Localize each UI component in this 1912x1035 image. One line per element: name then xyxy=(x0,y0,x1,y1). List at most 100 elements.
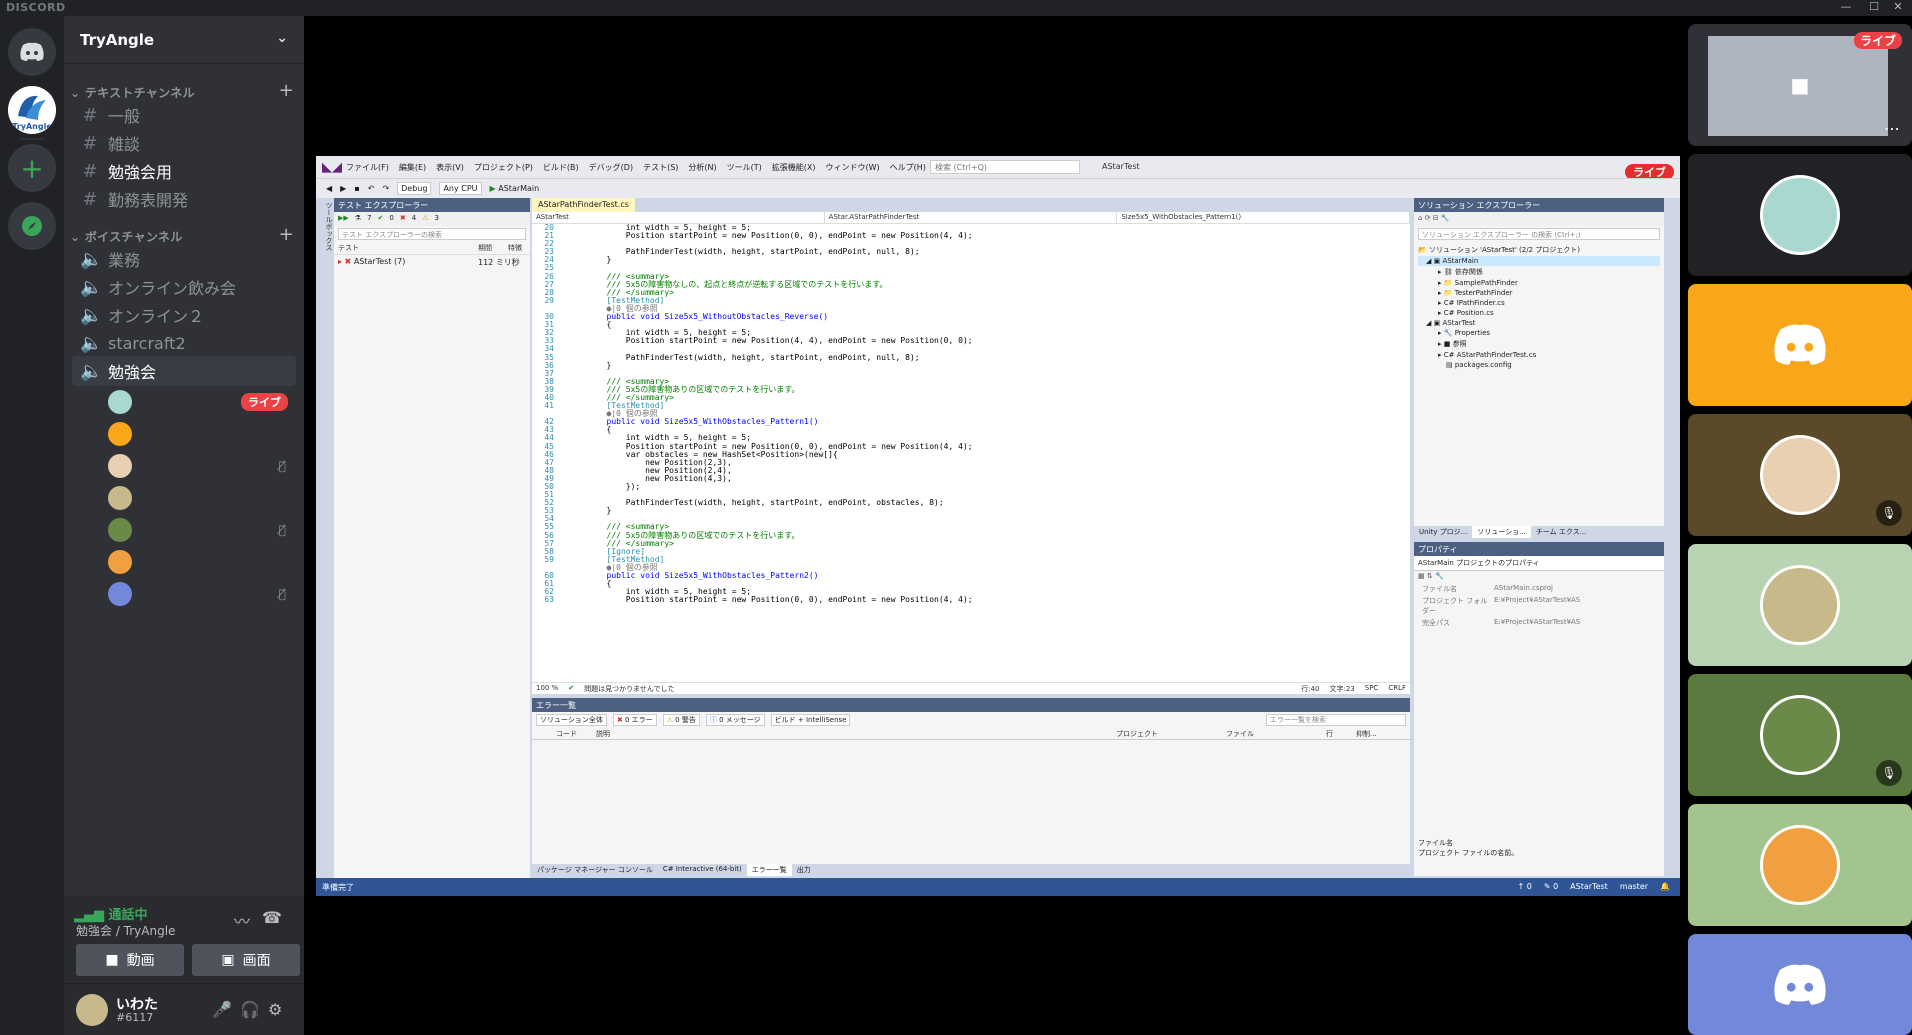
category-voice[interactable]: ⌄ ボイスチャンネル + xyxy=(70,224,298,245)
voice-channel-2[interactable]: 🔈 オンライン２ xyxy=(72,300,296,330)
screen-share-button[interactable]: ▣ 画面 xyxy=(192,944,300,976)
code-editor[interactable]: AStarPathFinderTest.cs AStarTest AStar.A… xyxy=(532,198,1410,694)
voice-member[interactable]: 🎙̸ xyxy=(108,580,296,608)
code-line[interactable]: 35 PathFinderTest(width, height, startPo… xyxy=(532,353,1410,362)
tree-item-project[interactable]: ◢ ▣ AStarMain xyxy=(1418,256,1660,266)
notification-strip[interactable] xyxy=(1666,198,1680,878)
microphone-icon[interactable]: 🎤 xyxy=(212,1000,232,1019)
code-line[interactable]: 24 } xyxy=(532,256,1410,264)
menu-view[interactable]: 表示(V) xyxy=(436,162,464,173)
code-line[interactable]: 23 PathFinderTest(width, height, startPo… xyxy=(532,248,1410,256)
property-row[interactable]: ファイル名 AStarMain.csproj xyxy=(1414,583,1664,595)
tree-item[interactable]: ▸ ⛓ 依存関係 xyxy=(1418,266,1660,278)
tile-participant[interactable] xyxy=(1688,804,1912,926)
voice-member[interactable] xyxy=(108,484,296,512)
tile-participant[interactable]: 🎙 xyxy=(1688,414,1912,536)
undo-icon[interactable]: ↶ xyxy=(368,184,375,193)
shared-screen-visual-studio[interactable]: ◣◢ ファイル(F) 編集(E) 表示(V) プロジェクト(P) ビルド(B) … xyxy=(316,156,1680,896)
tree-item-solution[interactable]: 📂 ソリューション 'AStarTest' (2/2 プロジェクト) xyxy=(1418,244,1660,256)
test-count-passed[interactable]: 0 xyxy=(389,214,393,224)
wrench-icon[interactable]: 🔧 xyxy=(1435,572,1444,580)
menu-analyze[interactable]: 分析(N) xyxy=(688,162,716,173)
text-channel-3[interactable]: # 勤務表開発 xyxy=(72,184,296,214)
tree-item[interactable]: ▸ 🔧 Properties xyxy=(1418,328,1660,338)
nav-project[interactable]: AStarTest xyxy=(532,212,825,223)
toolbox-strip[interactable]: ツールボックス xyxy=(316,198,334,878)
menu-edit[interactable]: 編集(E) xyxy=(399,162,426,173)
test-search-input[interactable]: テスト エクスプローラーの検索 xyxy=(338,228,526,240)
tab-solution[interactable]: ソリューショ... xyxy=(1472,526,1531,538)
scope-select[interactable]: ソリューション全体 xyxy=(536,714,607,726)
code-line[interactable]: 52 PathFinderTest(width, height, startPo… xyxy=(532,499,1410,507)
forward-icon[interactable]: ▶ xyxy=(340,184,346,193)
tab-output[interactable]: 出力 xyxy=(792,864,816,876)
refresh-icon[interactable]: ⟳ xyxy=(1425,214,1431,222)
add-channel-icon[interactable]: + xyxy=(279,80,294,101)
tree-item[interactable]: ▸ ■ 参照 xyxy=(1418,338,1660,350)
tree-item[interactable]: ▸ C# Position.cs xyxy=(1418,308,1660,318)
back-icon[interactable]: ◀ xyxy=(326,184,332,193)
tree-item[interactable]: ▸ 📁 SamplePathFinder xyxy=(1418,278,1660,288)
repo-name[interactable]: AStarTest xyxy=(1570,882,1608,891)
text-channel-1[interactable]: # 雑談 xyxy=(72,128,296,158)
home-icon[interactable]: ⌂ xyxy=(1418,214,1422,222)
code-line[interactable]: 33 Position startPoint = new Position(4,… xyxy=(532,337,1410,345)
code-line[interactable]: 36 } xyxy=(532,361,1410,370)
properties-object[interactable]: AStarMain プロジェクトのプロパティ xyxy=(1414,556,1664,571)
alphabetical-icon[interactable]: ⇅ xyxy=(1427,572,1433,580)
server-header[interactable]: TryAngle ⌄ xyxy=(64,16,304,64)
code-line[interactable]: 42 public void Size5x5_WithObstacles_Pat… xyxy=(532,418,1410,426)
property-row[interactable]: プロジェクト フォルダー E:¥Project¥AStarTest¥AS xyxy=(1414,595,1664,617)
messages-filter[interactable]: ⓘ 0 メッセージ xyxy=(705,714,765,726)
tree-item[interactable]: ▸ C# IPathFinder.cs xyxy=(1418,298,1660,308)
platform-select[interactable]: Any CPU xyxy=(439,182,482,195)
pending-changes[interactable]: ✎ 0 xyxy=(1544,882,1558,891)
test-row[interactable]: ▸ ✖ AStarTest (7) 112 ミリ秒 xyxy=(334,255,530,270)
voice-member[interactable] xyxy=(108,548,296,576)
notification-icon[interactable]: 🔔 xyxy=(1660,882,1670,891)
tab-package-manager[interactable]: パッケージ マネージャー コンソール xyxy=(532,864,658,876)
build-select[interactable]: ビルド + IntelliSense xyxy=(770,714,851,726)
menu-tools[interactable]: ツール(T) xyxy=(727,162,762,173)
tree-item[interactable]: ▸ C# AStarPathFinderTest.cs xyxy=(1418,350,1660,360)
code-line[interactable]: 29 [TestMethod] xyxy=(532,296,1410,305)
tile-participant[interactable] xyxy=(1688,154,1912,276)
menu-debug[interactable]: デバッグ(D) xyxy=(589,162,633,173)
errors-filter[interactable]: ✖ 0 エラー xyxy=(612,714,657,726)
voice-channel-3[interactable]: 🔈 starcraft2 xyxy=(72,328,296,358)
voice-channel-4[interactable]: 🔈 勉強会 xyxy=(72,356,296,386)
menu-file[interactable]: ファイル(F) xyxy=(346,162,389,173)
nav-class[interactable]: AStar.AStarPathFinderTest xyxy=(825,212,1118,223)
code-line[interactable]: 50 }); xyxy=(532,482,1410,491)
category-text[interactable]: ⌄ テキストチャンネル + xyxy=(70,80,298,101)
run-all-icon[interactable]: ▶▶ xyxy=(338,214,349,224)
collapse-icon[interactable]: ⊟ xyxy=(1433,214,1439,222)
start-button[interactable]: ▶ AStarMain xyxy=(490,184,540,193)
col-trait[interactable]: 特徴 xyxy=(508,243,522,253)
save-icon[interactable]: ▪ xyxy=(354,184,359,193)
zoom-level[interactable]: 100 % xyxy=(536,684,558,693)
col-project[interactable]: プロジェクト xyxy=(1112,728,1222,739)
test-count-failed[interactable]: 4 xyxy=(412,214,416,224)
noise-suppression-icon[interactable]: 〰 xyxy=(234,908,250,932)
voice-member[interactable]: 🎙̸ xyxy=(108,516,296,544)
text-channel-2[interactable]: # 勉強会用 xyxy=(72,156,296,186)
video-button[interactable]: ■ 動画 xyxy=(76,944,184,976)
push-count[interactable]: ↑ 0 xyxy=(1517,882,1531,891)
redo-icon[interactable]: ↷ xyxy=(382,184,389,193)
code-line[interactable]: 41 [TestMethod] xyxy=(532,401,1410,410)
code-line[interactable]: 57 /// </summary> xyxy=(532,539,1410,548)
tile-participant[interactable] xyxy=(1688,934,1912,1035)
code-line[interactable]: 30 public void Size5x5_WithoutObstacles_… xyxy=(532,312,1410,321)
tile-stream-preview[interactable]: ライブ ■ ⋯ xyxy=(1688,24,1912,146)
col-code[interactable]: コード xyxy=(552,728,592,739)
editor-tab-active[interactable]: AStarPathFinderTest.cs xyxy=(532,198,635,212)
col-file[interactable]: ファイル xyxy=(1222,728,1322,739)
menu-help[interactable]: ヘルプ(H) xyxy=(890,162,926,173)
menu-window[interactable]: ウィンドウ(W) xyxy=(826,162,880,173)
voice-channel-1[interactable]: 🔈 オンライン飲み会 xyxy=(72,272,296,302)
voice-member[interactable] xyxy=(108,420,296,448)
col-line[interactable]: 行 xyxy=(1322,728,1352,739)
more-icon[interactable]: ⋯ xyxy=(1884,119,1900,138)
headphones-icon[interactable]: 🎧 xyxy=(240,1000,260,1019)
